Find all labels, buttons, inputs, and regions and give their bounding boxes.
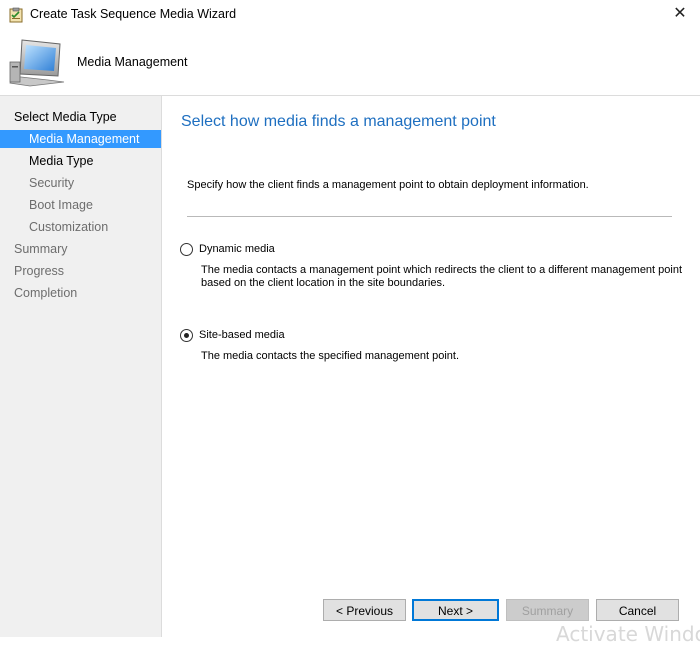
site-based-media-description: The media contacts the specified managem… bbox=[201, 350, 459, 363]
site-based-media-label[interactable]: Site-based media bbox=[199, 329, 285, 341]
description-line: based on the client location in the site… bbox=[201, 277, 445, 289]
wizard-steps-nav: Select Media Type Media Management Media… bbox=[0, 96, 162, 637]
nav-step-progress: Progress bbox=[14, 264, 65, 278]
previous-button[interactable]: < Previous bbox=[323, 599, 406, 621]
site-based-media-radio[interactable] bbox=[180, 329, 193, 342]
nav-step-select-media-type: Select Media Type bbox=[14, 110, 117, 124]
dynamic-media-radio[interactable] bbox=[180, 243, 193, 256]
close-icon: ✕ bbox=[673, 5, 687, 22]
page-heading: Select how media finds a management poin… bbox=[181, 113, 496, 130]
nav-step-label: Media Management bbox=[29, 132, 140, 146]
cancel-button[interactable]: Cancel bbox=[596, 599, 679, 621]
window-title: Create Task Sequence Media Wizard bbox=[30, 7, 237, 21]
description-line: The media contacts a management point wh… bbox=[201, 264, 683, 276]
nav-step-media-management: Media Management bbox=[0, 130, 161, 148]
close-button[interactable]: ✕ bbox=[666, 2, 694, 26]
nav-step-media-type: Media Type bbox=[29, 154, 94, 168]
dynamic-media-description: The media contacts a management point wh… bbox=[201, 264, 682, 290]
wizard-header: Media Management bbox=[0, 30, 700, 96]
wizard-clipboard-icon bbox=[9, 7, 23, 23]
nav-step-security: Security bbox=[29, 176, 75, 190]
instruction-text: Specify how the client finds a managemen… bbox=[187, 179, 589, 191]
description-line: The media contacts the specified managem… bbox=[201, 350, 460, 362]
summary-button[interactable]: Summary bbox=[506, 599, 589, 621]
title-bar: Create Task Sequence Media Wizard ✕ bbox=[0, 0, 700, 30]
nav-step-completion: Completion bbox=[14, 286, 78, 300]
activate-windows-watermark: Activate Windows bbox=[556, 622, 700, 646]
radio-selected-dot bbox=[184, 333, 189, 338]
dynamic-media-label[interactable]: Dynamic media bbox=[199, 243, 275, 255]
nav-step-boot-image: Boot Image bbox=[29, 198, 93, 212]
computer-monitor-icon bbox=[9, 39, 65, 87]
next-button[interactable]: Next > bbox=[412, 599, 499, 621]
header-title: Media Management bbox=[77, 55, 188, 69]
separator-line bbox=[187, 216, 672, 218]
nav-step-summary: Summary bbox=[14, 242, 68, 256]
nav-step-customization: Customization bbox=[29, 220, 109, 234]
wizard-page: Select how media finds a management poin… bbox=[162, 96, 700, 586]
